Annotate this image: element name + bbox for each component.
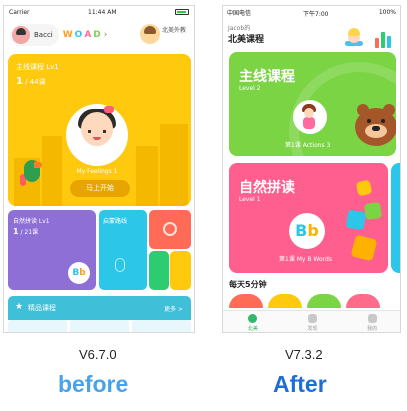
teacher-avatar-icon[interactable]	[345, 28, 363, 46]
daily-item[interactable]	[346, 294, 380, 308]
main-course-title: 主线课程 Lv1	[16, 63, 59, 71]
main-course-level: Level 2	[239, 85, 261, 92]
enlightenment-title: 启蒙路线	[103, 218, 128, 225]
featured-item[interactable]	[132, 320, 191, 332]
phone-after: 中国电信 下午7:00 100% Jacob的 北美课程 主线课程 Level …	[222, 5, 401, 333]
main-course-card[interactable]: 主线课程 Level 2 第1课 Actions 3	[229, 52, 396, 156]
star-icon: ★	[15, 302, 24, 312]
bb-logo-icon: Bb	[68, 262, 90, 284]
daily-item[interactable]	[229, 294, 263, 308]
version-before: V6.7.0	[79, 347, 117, 362]
more-link[interactable]: 更多 >	[164, 304, 183, 313]
daily-list	[229, 294, 399, 308]
chart-icon[interactable]	[375, 30, 391, 48]
next-card-peek[interactable]	[391, 163, 400, 273]
caption-before: before	[58, 371, 129, 397]
start-button[interactable]: 马上开始	[70, 180, 130, 197]
tab-profile[interactable]: 我的	[342, 311, 400, 332]
teacher-label[interactable]: 北美外教	[162, 27, 186, 35]
daily-section-title: 每天5分钟	[229, 280, 267, 289]
tab-bar: 北美 发现 我的	[223, 310, 400, 332]
carrier-label: Carrier	[9, 8, 30, 16]
featured-header[interactable]: ★ 精品课程 更多 >	[8, 296, 191, 320]
daily-item[interactable]	[307, 294, 341, 308]
user-label: Jacob的	[228, 25, 251, 32]
app-header: Bacci W O A D › 北美外教	[4, 18, 194, 52]
building-decoration	[136, 146, 158, 206]
featured-item[interactable]	[8, 320, 67, 332]
avatar	[12, 26, 30, 44]
featured-item[interactable]	[70, 320, 129, 332]
featured-list	[8, 320, 191, 332]
status-bar: 中国电信 下午7:00 100%	[223, 6, 400, 19]
enlightenment-card[interactable]: 启蒙路线	[99, 210, 147, 290]
lesson-label: My Feelings 1	[76, 168, 118, 175]
profile-chip[interactable]: Bacci	[10, 24, 59, 46]
battery-label: 100%	[378, 8, 396, 16]
bb-logo-icon: Bb	[289, 213, 325, 249]
phonics-lesson: 第1课 My B Words	[279, 256, 332, 263]
chevron-right-icon[interactable]: ›	[104, 30, 108, 40]
tab-home[interactable]: 北美	[223, 311, 283, 332]
word-logo: W O A D	[62, 30, 101, 40]
username: Bacci	[34, 31, 53, 39]
tab-discover[interactable]: 发现	[283, 311, 343, 332]
featured-title: 精品课程	[28, 304, 56, 312]
building-decoration	[160, 124, 188, 206]
main-course-card[interactable]: 主线课程 Lv1 1 / 44课 My Feelings 1 马上开始	[8, 54, 191, 206]
phone-before: Carrier 11:44 AM Bacci W O A D › 北美外教 主线…	[3, 5, 195, 333]
phonics-card[interactable]: 自然拼读 Lv1 1 / 21课 Bb	[8, 210, 96, 290]
letter-block-icon	[345, 209, 367, 231]
time-label: 11:44 AM	[88, 8, 117, 16]
teacher-avatar-icon[interactable]	[140, 24, 160, 44]
version-after: V7.3.2	[285, 347, 323, 362]
main-course-progress: 1 / 44课	[16, 76, 46, 87]
caption-after: After	[273, 371, 327, 397]
building-decoration	[42, 136, 62, 206]
yellow-card[interactable]	[170, 251, 191, 290]
status-icons: 100%	[379, 9, 396, 16]
battery-icon	[174, 9, 189, 15]
lesson-character-icon	[293, 100, 327, 134]
compass-icon	[163, 222, 177, 236]
page-title: 北美课程	[228, 35, 265, 45]
carrier-label: 中国电信	[227, 9, 252, 17]
home-icon	[248, 314, 258, 323]
main-course-title: 主线课程	[239, 69, 295, 85]
phonics-progress: 1 / 21课	[13, 227, 39, 236]
discover-icon	[308, 314, 317, 323]
main-course-lesson: 第1课 Actions 3	[285, 142, 331, 149]
phonics-title: 自然拼读	[239, 180, 295, 196]
green-card[interactable]	[149, 251, 169, 290]
parrot-icon	[20, 154, 44, 188]
letter-block-icon	[355, 179, 373, 197]
footprint-icon	[115, 258, 125, 272]
phonics-title: 自然拼读 Lv1	[13, 218, 50, 225]
status-bar: Carrier 11:44 AM	[4, 6, 194, 18]
profile-icon	[367, 314, 377, 323]
letter-block-icon	[350, 234, 378, 262]
letter-block-icon	[363, 201, 383, 221]
bear-icon	[353, 104, 396, 156]
daily-item[interactable]	[268, 294, 302, 308]
lesson-character-icon	[66, 104, 128, 166]
phonics-level: Level 1	[239, 196, 261, 203]
compass-card[interactable]	[149, 210, 191, 249]
time-label: 下午7:00	[303, 11, 329, 18]
phonics-card[interactable]: 自然拼读 Level 1 Bb 第1课 My B Words	[229, 163, 388, 273]
